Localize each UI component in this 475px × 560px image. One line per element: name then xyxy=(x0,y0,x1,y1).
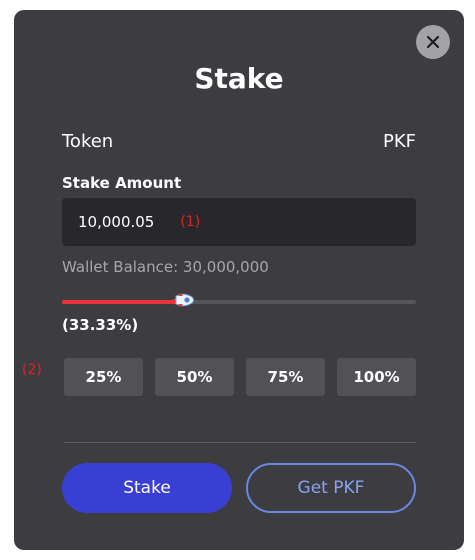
token-row: Token PKF xyxy=(62,131,416,152)
percent-25-button[interactable]: 25% xyxy=(64,358,143,396)
quick-select-row: 25% 50% 75% 100% xyxy=(64,358,416,396)
annotation-2: (2) xyxy=(22,362,42,378)
stake-amount-input[interactable]: 10,000.05 (1) xyxy=(62,198,416,246)
divider xyxy=(64,442,416,443)
dialog-title: Stake xyxy=(194,62,284,95)
stake-slider[interactable] xyxy=(62,293,416,309)
rocket-icon xyxy=(171,293,194,307)
percent-100-button[interactable]: 100% xyxy=(337,358,416,396)
percent-50-button[interactable]: 50% xyxy=(155,358,234,396)
stake-dialog: Stake Token PKF Stake Amount 10,000.05 (… xyxy=(14,10,464,550)
slider-percent: (33.33%) xyxy=(62,316,139,334)
stake-amount-value: 10,000.05 xyxy=(78,213,155,231)
token-label: Token xyxy=(62,131,114,152)
get-pkf-button[interactable]: Get PKF xyxy=(246,463,416,513)
slider-thumb[interactable] xyxy=(170,290,196,310)
close-button[interactable] xyxy=(416,25,450,59)
close-icon xyxy=(426,35,440,49)
token-value: PKF xyxy=(382,131,416,152)
stake-amount-label: Stake Amount xyxy=(62,174,182,192)
annotation-1: (1) xyxy=(180,214,201,230)
wallet-balance: Wallet Balance: 30,000,000 xyxy=(62,258,269,276)
percent-75-button[interactable]: 75% xyxy=(246,358,325,396)
slider-fill xyxy=(62,300,180,304)
action-row: Stake Get PKF xyxy=(62,463,416,513)
stake-button[interactable]: Stake xyxy=(62,463,232,513)
